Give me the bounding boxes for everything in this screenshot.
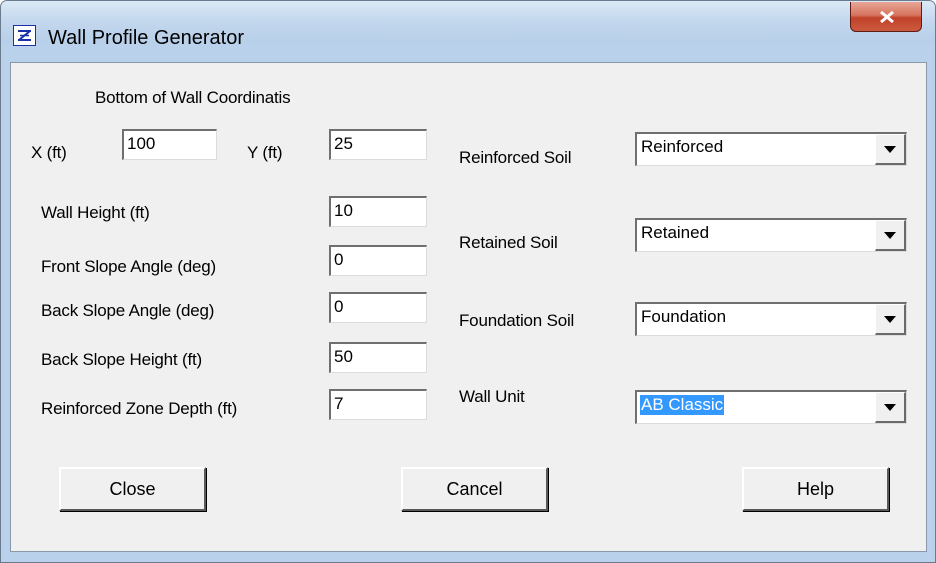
- back-slope-angle-label: Back Slope Angle (deg): [41, 301, 215, 320]
- section-title: Bottom of Wall Coordinatis: [95, 88, 291, 107]
- dropdown-arrow-button[interactable]: [875, 392, 906, 423]
- dialog-window: Wall Profile Generator Bottom of Wall Co…: [0, 0, 936, 563]
- reinforced-soil-dropdown[interactable]: Reinforced: [635, 132, 907, 166]
- window-title: Wall Profile Generator: [48, 27, 244, 49]
- front-slope-angle-field[interactable]: 0: [329, 245, 427, 276]
- back-slope-height-field[interactable]: 50: [329, 342, 427, 373]
- dropdown-arrow-button[interactable]: [875, 304, 906, 335]
- foundation-soil-label: Foundation Soil: [459, 311, 575, 330]
- retained-soil-dropdown[interactable]: Retained: [635, 218, 907, 252]
- wall-height-label: Wall Height (ft): [41, 203, 150, 222]
- back-slope-angle-field[interactable]: 0: [329, 292, 427, 323]
- foundation-soil-value: Foundation: [641, 307, 727, 326]
- title-bar[interactable]: Wall Profile Generator: [1, 1, 935, 49]
- dropdown-arrow-button[interactable]: [875, 134, 906, 165]
- reinforced-soil-label: Reinforced Soil: [459, 148, 572, 167]
- dropdown-arrow-button[interactable]: [875, 220, 906, 251]
- dialog-client-area: Bottom of Wall Coordinatis X (ft) 100 Y …: [10, 62, 927, 552]
- wall-unit-label: Wall Unit: [459, 387, 525, 406]
- help-button[interactable]: Help: [742, 467, 889, 511]
- x-field[interactable]: 100: [122, 129, 217, 160]
- reinforced-soil-value: Reinforced: [641, 137, 724, 156]
- cancel-button[interactable]: Cancel: [401, 467, 548, 511]
- z-dialog-icon: [13, 25, 36, 46]
- wall-unit-value: AB Classic: [640, 395, 725, 415]
- x-label: X (ft): [31, 143, 67, 162]
- y-label: Y (ft): [247, 143, 283, 162]
- close-button[interactable]: Close: [59, 467, 206, 511]
- retained-soil-label: Retained Soil: [459, 233, 558, 252]
- front-slope-angle-label: Front Slope Angle (deg): [41, 257, 216, 276]
- wall-unit-dropdown[interactable]: AB Classic: [635, 390, 907, 424]
- reinforced-zone-depth-field[interactable]: 7: [329, 389, 427, 420]
- back-slope-height-label: Back Slope Height (ft): [41, 350, 202, 369]
- y-field[interactable]: 25: [329, 129, 427, 160]
- retained-soil-value: Retained: [641, 223, 710, 242]
- window-close-button[interactable]: [850, 2, 922, 32]
- wall-height-field[interactable]: 10: [329, 196, 427, 227]
- reinforced-zone-depth-label: Reinforced Zone Depth (ft): [41, 399, 238, 418]
- foundation-soil-dropdown[interactable]: Foundation: [635, 302, 907, 336]
